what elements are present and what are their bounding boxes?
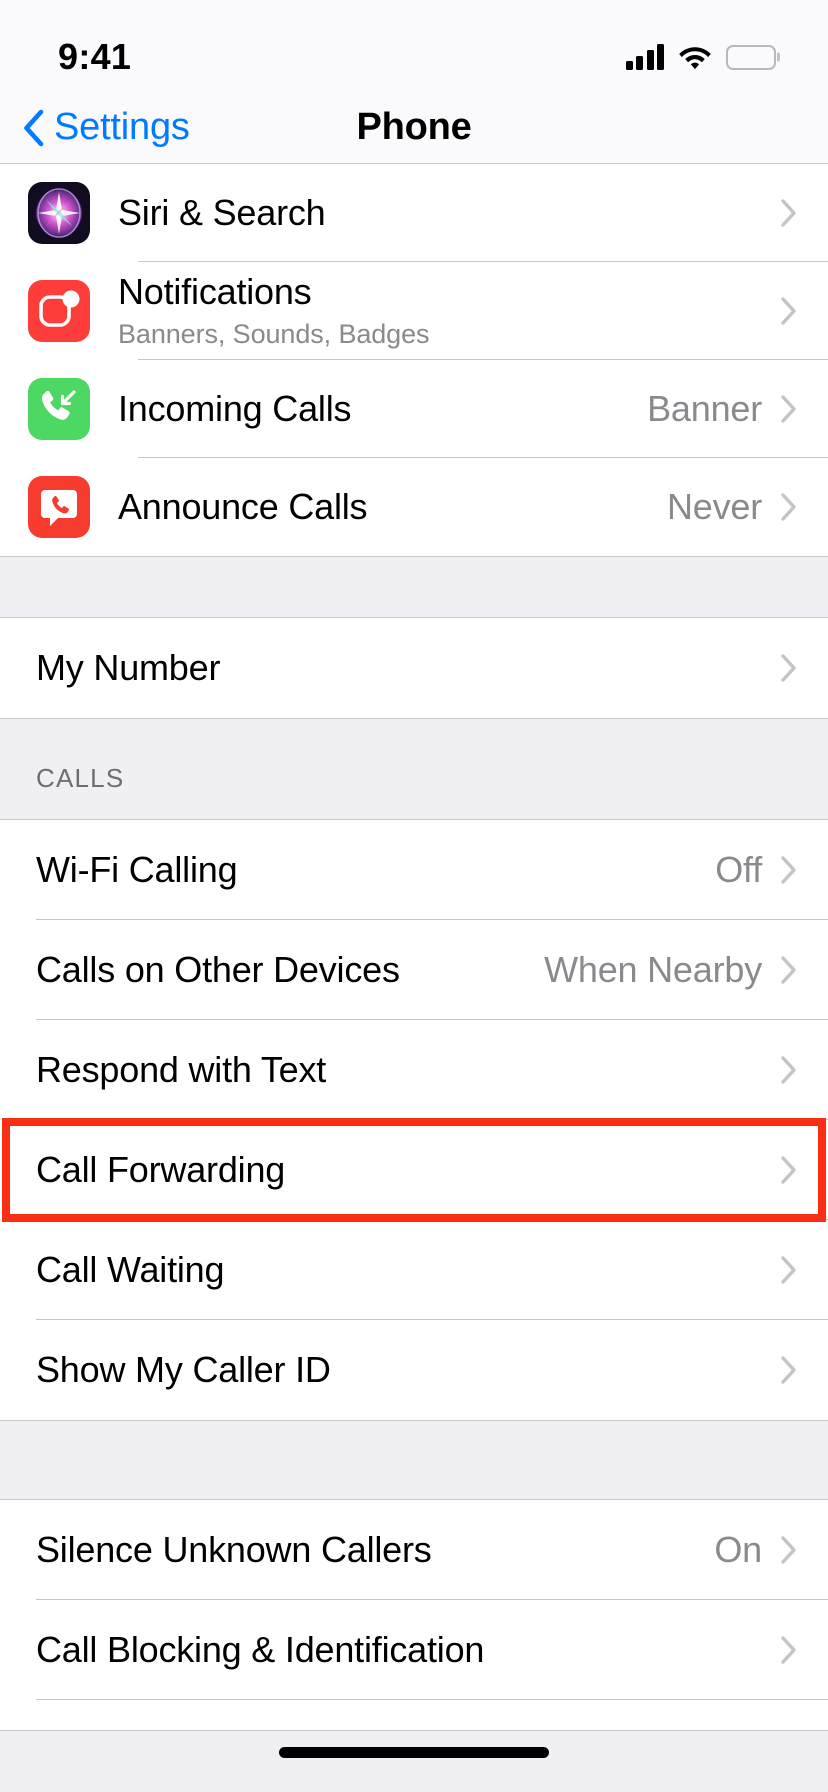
row-label: Notifications: [118, 270, 312, 312]
chevron-right-icon: [780, 394, 798, 424]
row-announce-calls[interactable]: Announce Calls Never: [0, 458, 828, 556]
chevron-left-icon: [22, 109, 44, 147]
row-call-forwarding[interactable]: Call Forwarding: [0, 1118, 828, 1222]
status-bar-icons: [625, 44, 780, 70]
row-label: Show My Caller ID: [36, 1348, 331, 1390]
chevron-right-icon: [780, 955, 798, 985]
chevron-right-icon: [780, 1255, 798, 1285]
row-wifi-calling[interactable]: Wi-Fi Calling Off: [0, 820, 828, 920]
incoming-calls-icon: [28, 378, 90, 440]
siri-icon: [28, 182, 90, 244]
section-calls: Wi-Fi Calling Off Calls on Other Devices…: [0, 820, 828, 1420]
home-indicator-area: [0, 1730, 828, 1792]
announce-calls-icon: [28, 476, 90, 538]
row-label: Respond with Text: [36, 1048, 327, 1090]
row-my-number[interactable]: My Number: [0, 618, 828, 718]
iphone-screen: 9:41 Settings Phone Siri & Search Notifi…: [0, 0, 828, 1792]
navigation-bar: Settings Phone: [0, 92, 828, 164]
chevron-right-icon: [780, 1535, 798, 1565]
row-silence-unknown-callers[interactable]: Silence Unknown Callers On: [0, 1500, 828, 1600]
chevron-right-icon: [780, 296, 798, 326]
chevron-right-icon: [780, 1155, 798, 1185]
section-my-number: My Number: [0, 618, 828, 718]
row-value: Off: [715, 849, 762, 890]
home-indicator[interactable]: [279, 1747, 549, 1758]
status-bar-time: 9:41: [58, 36, 132, 77]
row-text: Notifications Banners, Sounds, Badges: [118, 270, 780, 350]
status-bar: 9:41: [0, 0, 828, 92]
row-incoming-calls[interactable]: Incoming Calls Banner: [0, 360, 828, 458]
row-value: When Nearby: [544, 949, 762, 990]
row-value: Never: [666, 486, 762, 527]
signal-bars-icon: [625, 44, 664, 70]
row-call-blocking-identification[interactable]: Call Blocking & Identification: [0, 1600, 828, 1700]
row-siri-and-search[interactable]: Siri & Search: [0, 164, 828, 262]
chevron-right-icon: [780, 653, 798, 683]
back-button-label: Settings: [54, 106, 190, 148]
row-label: Wi-Fi Calling: [36, 848, 238, 890]
back-button[interactable]: Settings: [22, 106, 190, 149]
row-label: Siri & Search: [118, 191, 326, 233]
chevron-right-icon: [780, 855, 798, 885]
section-gap: [0, 1420, 828, 1500]
row-label: Silence Unknown Callers: [36, 1528, 432, 1570]
row-label: Incoming Calls: [118, 387, 352, 429]
row-call-waiting[interactable]: Call Waiting: [0, 1220, 828, 1320]
section-gap: [0, 556, 828, 618]
row-label: Calls on Other Devices: [36, 948, 400, 990]
chevron-right-icon: [780, 1055, 798, 1085]
notifications-icon: [28, 280, 90, 342]
chevron-right-icon: [780, 198, 798, 228]
chevron-right-icon: [780, 1635, 798, 1665]
row-label: Call Waiting: [36, 1248, 225, 1290]
wifi-icon: [678, 44, 712, 70]
row-label: Call Blocking & Identification: [36, 1628, 485, 1670]
section-header-calls: CALLS: [0, 718, 828, 820]
chevron-right-icon: [780, 492, 798, 522]
row-notifications[interactable]: Notifications Banners, Sounds, Badges: [0, 262, 828, 360]
row-label: Call Forwarding: [36, 1148, 286, 1190]
settings-list[interactable]: Siri & Search Notifications Banners, Sou…: [0, 164, 828, 1792]
row-label: My Number: [36, 646, 221, 688]
row-respond-with-text[interactable]: Respond with Text: [0, 1020, 828, 1120]
row-sublabel: Banners, Sounds, Badges: [118, 319, 430, 350]
row-label: Announce Calls: [118, 485, 368, 527]
section-app-settings: Siri & Search Notifications Banners, Sou…: [0, 164, 828, 556]
row-calls-on-other-devices[interactable]: Calls on Other Devices When Nearby: [0, 920, 828, 1020]
chevron-right-icon: [780, 1355, 798, 1385]
row-value: On: [714, 1529, 762, 1570]
row-value: Banner: [647, 388, 762, 429]
battery-full-icon: [726, 44, 780, 70]
row-show-my-caller-id[interactable]: Show My Caller ID: [0, 1320, 828, 1420]
